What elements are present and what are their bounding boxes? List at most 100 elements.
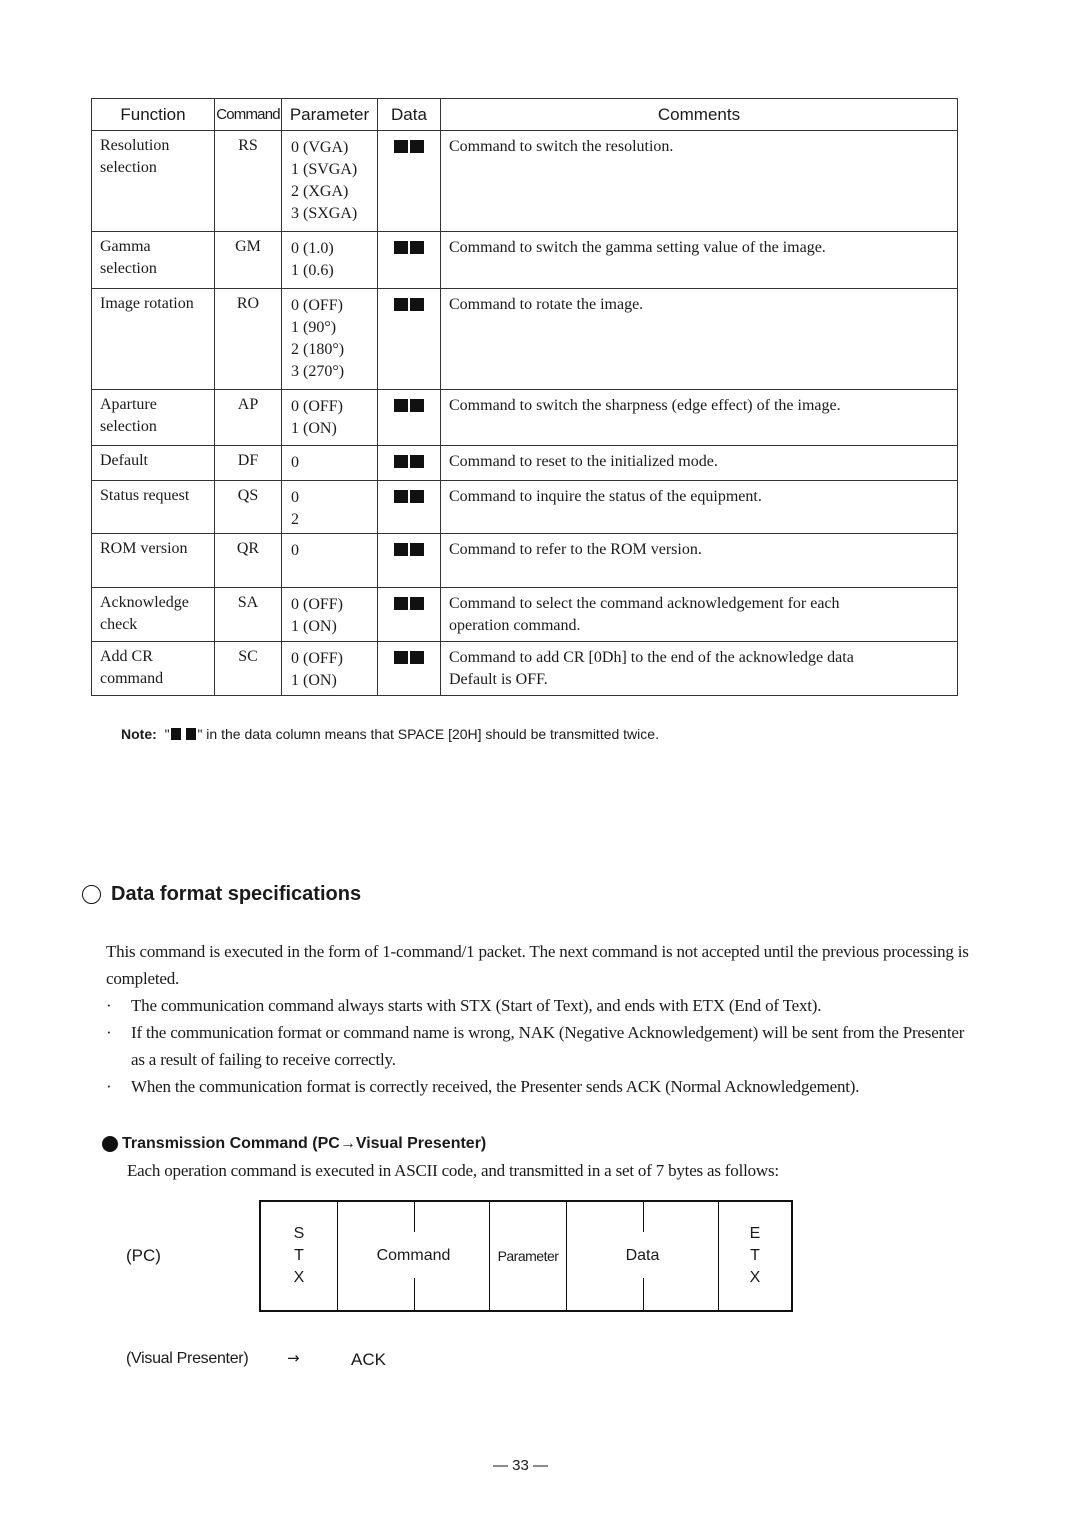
parameter-value: 0 [291,542,299,559]
parameter-value: 1 (90°) [291,319,337,336]
space-block-icon [410,399,424,412]
command-cell: QR [214,533,282,588]
stx-letter: X [293,1269,305,1286]
function-text: selection [100,260,157,277]
parameter-value: 1 (0.6) [291,262,334,279]
space-block-icon [394,140,408,153]
etx-letter: T [750,1247,760,1264]
table-row: Status request QS 02 Command to inquire … [91,480,958,534]
comment-text: Command to inquire the status of the equ… [449,488,762,505]
packet-etx-cell: E T X [719,1202,791,1310]
function-cell: Image rotation [91,288,215,390]
command-cell: RS [214,130,282,232]
data-cell [377,641,441,696]
parameter-value: 0 [291,454,299,471]
space-block-icon [410,241,424,254]
header-comments: Comments [440,98,958,131]
comments-cell: Command to inquire the status of the equ… [440,480,958,534]
data-cell [377,533,441,588]
comment-text: Command to refer to the ROM version. [449,541,702,558]
section-title: Data format specifications [111,883,362,905]
etx-letter: X [749,1269,761,1286]
command-code: QS [237,487,259,504]
parameter-value: 3 (SXGA) [291,205,358,222]
function-cell: Resolution selection [91,130,215,232]
parameter-cell: 0 (1.0) 1 (0.6) [281,231,378,289]
section-heading: Data format specifications [82,883,361,906]
table-row: Image rotation RO 0 (OFF) 1 (90°) 2 (180°)… [91,288,958,390]
bullet-text: The communication command always starts … [131,996,822,1015]
packet-data-label: Data [625,1247,660,1264]
command-cell: QS [214,480,282,534]
space-block-icon [410,455,424,468]
table-header-row: Function Command Parameter Data Comments [91,98,958,131]
table-row: Default DF 0 Command to reset to the ini… [91,445,958,481]
function-text: Default [100,452,148,469]
command-code: DF [237,452,259,469]
parameter-value: 3 (270°) [291,363,345,380]
table-row: Aparture selection AP 0 (OFF) 1 (ON) Comma… [91,389,958,446]
bullet-item: · The communication command always starts… [106,992,976,1019]
ack-reply: ACK [351,1350,386,1369]
function-text: Image rotation [100,295,194,312]
data-cell [377,389,441,446]
note-label: Note: [121,726,157,742]
intro-paragraph: This command is executed in the form of … [106,942,969,988]
parameter-value: 0 (OFF) [291,398,344,415]
comment-text: Command to reset to the initialized mode… [449,453,718,470]
space-block-icon [394,490,408,503]
bullet-item: · If the communication format or command … [106,1019,976,1073]
function-cell: Acknowledge check [91,587,215,642]
space-block-icon [394,543,408,556]
command-cell: DF [214,445,282,481]
packet-command-cell: Command [338,1202,490,1310]
page-number: — 33 — [493,1457,549,1474]
bullet-dot-icon: · [106,1077,112,1096]
function-cell: Aparture selection [91,389,215,446]
responder-label: (Visual Presenter) [126,1350,249,1367]
packet-diagram: S T X Command Parameter Data E T X [259,1200,793,1312]
comment-text: Default is OFF. [449,671,548,688]
function-text: Resolution [100,137,170,154]
hollow-circle-icon [82,885,101,904]
parameter-cell: 0 (OFF) 1 (90°) 2 (180°) 3 (270°) [281,288,378,390]
table-row: Add CR command SC 0 (OFF) 1 (ON) Command t… [91,641,958,696]
header-parameter: Parameter [281,98,378,131]
command-table: Function Command Parameter Data Comments… [91,98,958,696]
parameter-value: 1 (ON) [291,672,337,689]
parameter-cell: 0 (OFF) 1 (ON) [281,641,378,696]
function-text: command [100,670,164,687]
function-text: selection [100,418,157,435]
stx-letter: T [294,1247,304,1264]
function-cell: Default [91,445,215,481]
function-cell: Status request [91,480,215,534]
command-code: GM [235,238,261,255]
comment-text: operation command. [449,617,581,634]
comments-cell: Command to switch the gamma setting valu… [440,231,958,289]
table-row: Gamma selection GM 0 (1.0) 1 (0.6) Command… [91,231,958,289]
space-block-icon [410,490,424,503]
data-cell [377,231,441,289]
packet-parameter-cell: Parameter [490,1202,567,1310]
data-cell [377,480,441,534]
header-function: Function [91,98,215,131]
space-block-icon [394,455,408,468]
function-text: selection [100,159,157,176]
packet-parameter-label: Parameter [497,1248,559,1264]
table-row: ROM version QR 0 Command to refer to the… [91,533,958,588]
table-row: Resolution selection RS 0 (VGA) 1 (SVGA) 2 … [91,130,958,232]
parameter-cell: 0 (OFF) 1 (ON) [281,587,378,642]
command-code: SC [238,648,258,665]
bullet-text: When the communication format is correct… [131,1077,860,1096]
space-block-icon [170,728,181,740]
transmission-description: Each operation command is executed in AS… [127,1161,779,1180]
command-cell: AP [214,389,282,446]
command-code: QR [236,540,260,557]
header-command: Command [214,98,282,131]
command-cell: SA [214,587,282,642]
comments-cell: Command to add CR [0Dh] to the end of th… [440,641,958,696]
parameter-value: 0 (OFF) [291,297,344,314]
parameter-value: 0 (OFF) [291,596,344,613]
bullet-dot-icon: · [106,996,112,1015]
space-block-icon [394,298,408,311]
